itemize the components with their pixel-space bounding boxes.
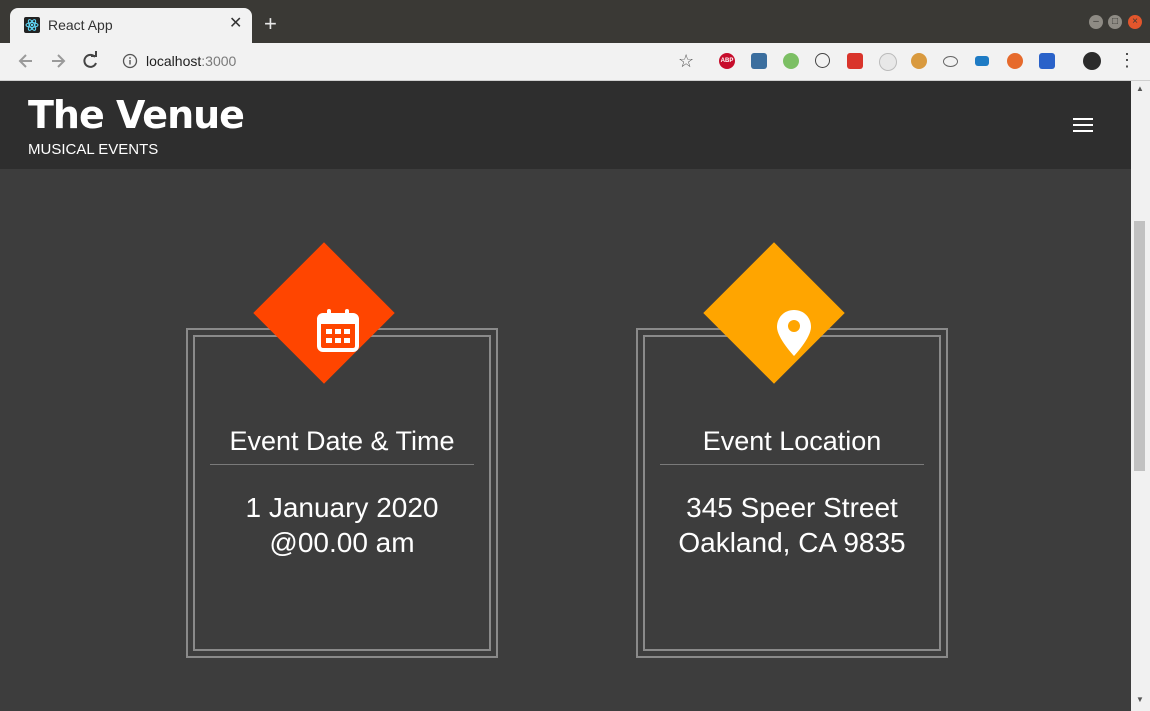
browser-titlebar: React App ✕ + – □ × [0,0,1150,43]
browser-toolbar: localhost:3000 ☆ ABP ⋮ [0,43,1150,81]
event-time: @00.00 am [269,527,415,558]
card-value: 345 Speer Street Oakland, CA 9835 [638,490,946,560]
back-arrow-icon[interactable] [16,51,36,71]
js-extension-icon[interactable] [783,53,799,69]
event-date-card: Event Date & Time 1 January 2020 @00.00 … [186,242,498,658]
adblock-extension-icon[interactable]: ABP [719,53,735,69]
extension-icon-8[interactable] [943,56,958,67]
card-value: 1 January 2020 @00.00 am [188,490,496,560]
address-bar-url[interactable]: localhost:3000 [146,53,236,69]
minimize-icon: – [1093,16,1099,27]
bookmark-star-icon[interactable]: ☆ [678,51,694,72]
hamburger-bar [1073,124,1093,126]
scroll-up-arrow-icon[interactable]: ▲ [1136,84,1144,93]
event-date: 1 January 2020 [245,492,439,523]
card-title: Event Date & Time [229,426,455,456]
browser-tab[interactable]: React App ✕ [10,8,252,43]
site-header: The Venue MUSICAL EVENTS [0,81,1131,169]
hamburger-bar [1073,130,1093,132]
window-minimize-button[interactable]: – [1089,15,1103,29]
reload-icon[interactable] [80,51,100,71]
new-tab-button[interactable]: + [264,13,277,35]
brand-title[interactable]: The Venue [28,93,245,137]
close-icon: × [1132,16,1138,27]
scrollbar-thumb[interactable] [1134,221,1145,471]
hamburger-bar [1073,118,1093,120]
forward-arrow-icon[interactable] [48,51,68,71]
extension-icon-10[interactable] [1007,53,1023,69]
site-info-icon[interactable] [122,53,138,69]
brand-tagline: MUSICAL EVENTS [28,141,159,158]
tab-close-button[interactable]: ✕ [229,14,242,34]
location-pin-icon [777,310,811,356]
save-extension-icon[interactable] [1039,53,1055,69]
tab-title: React App [48,17,113,33]
extension-icon-9[interactable] [975,56,989,66]
card-title: Event Location [702,426,882,456]
react-favicon-icon [24,17,40,33]
cookie-extension-icon[interactable] [911,53,927,69]
event-city: Oakland, CA 9835 [678,527,906,558]
event-street: 345 Speer Street [686,492,898,523]
page-scrollbar[interactable]: ▲ ▼ [1131,81,1150,711]
extension-icon-5[interactable] [847,53,863,69]
extension-icon-2[interactable] [751,53,767,69]
url-port: :3000 [201,53,237,69]
browser-menu-icon[interactable]: ⋮ [1118,50,1136,70]
window-maximize-button[interactable]: □ [1108,15,1122,29]
calendar-icon [317,309,359,352]
url-host: localhost [146,53,202,69]
scroll-down-arrow-icon[interactable]: ▼ [1136,695,1144,704]
maximize-icon: □ [1111,16,1119,27]
window-close-button[interactable]: × [1128,15,1142,29]
extension-icon-6[interactable] [879,53,897,71]
extension-icon-4[interactable] [815,53,830,68]
profile-avatar-icon[interactable] [1083,52,1101,70]
event-location-card: Event Location 345 Speer Street Oakland,… [636,242,948,658]
page-viewport: The Venue MUSICAL EVENTS Event Date & Ti… [0,81,1131,711]
hamburger-menu-icon[interactable] [1073,118,1093,132]
card-divider [660,464,924,465]
card-divider [210,464,474,465]
